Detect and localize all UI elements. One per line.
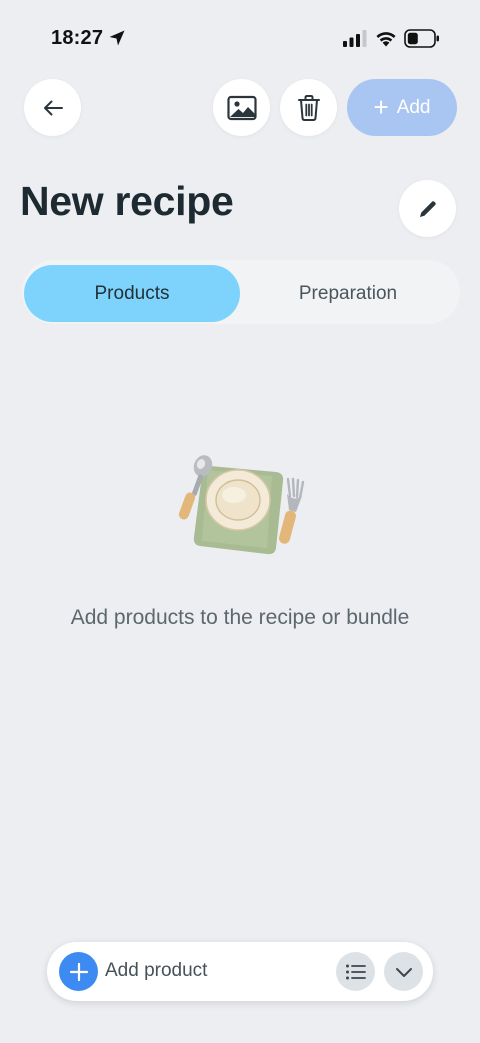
arrow-left-icon bbox=[43, 100, 63, 115]
battery-icon bbox=[404, 29, 439, 48]
add-product-label[interactable]: Add product bbox=[105, 960, 207, 982]
trash-icon bbox=[297, 94, 320, 121]
cellular-signal-icon bbox=[343, 30, 367, 47]
chevron-down-icon bbox=[395, 967, 412, 977]
image-button[interactable] bbox=[213, 79, 270, 136]
collapse-button[interactable] bbox=[384, 952, 423, 991]
list-icon bbox=[345, 964, 366, 979]
plus-icon bbox=[69, 962, 88, 981]
image-icon bbox=[226, 95, 257, 120]
location-arrow-icon bbox=[109, 30, 125, 46]
page-title: New recipe bbox=[20, 178, 234, 224]
pencil-icon bbox=[419, 200, 436, 217]
tab-preparation[interactable]: Preparation bbox=[240, 265, 456, 322]
add-button[interactable]: + Add bbox=[347, 79, 457, 136]
tab-bar: Products Preparation bbox=[22, 260, 460, 324]
add-product-bar: Add product bbox=[47, 942, 433, 1001]
add-button-label: Add bbox=[396, 96, 431, 118]
add-product-button[interactable] bbox=[59, 952, 98, 991]
delete-button[interactable] bbox=[280, 79, 337, 136]
wifi-icon bbox=[376, 32, 396, 47]
back-button[interactable] bbox=[24, 79, 81, 136]
plus-icon: + bbox=[373, 91, 389, 122]
tab-products[interactable]: Products bbox=[24, 265, 240, 322]
place-setting-icon bbox=[178, 455, 305, 555]
status-bar: 18:27 bbox=[0, 0, 480, 70]
list-view-button[interactable] bbox=[336, 952, 375, 991]
edit-title-button[interactable] bbox=[399, 180, 456, 237]
empty-state-message: Add products to the recipe or bundle bbox=[70, 606, 410, 629]
status-time: 18:27 bbox=[51, 27, 104, 49]
